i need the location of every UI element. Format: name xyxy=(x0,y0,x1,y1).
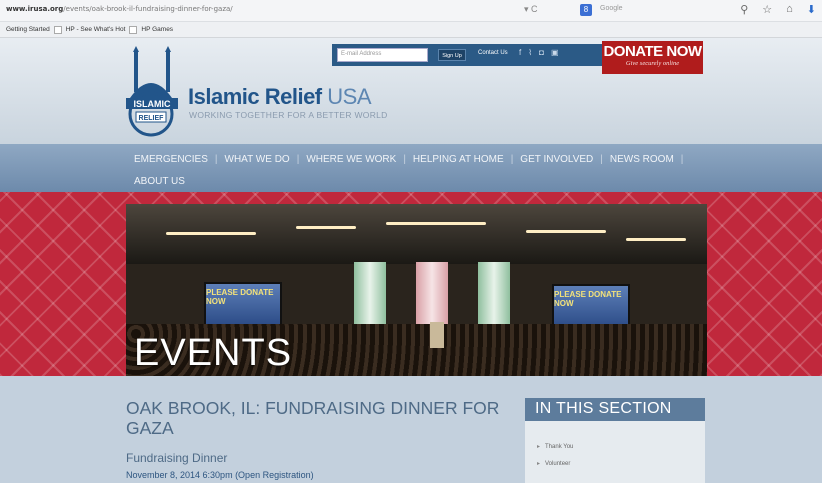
donate-title: DONATE NOW xyxy=(603,43,702,60)
events-heading: EVENTS xyxy=(134,332,293,374)
search-icon[interactable]: ⚲ xyxy=(740,3,748,16)
nav-item-helping-at-home[interactable]: HELPING AT HOME xyxy=(413,154,504,165)
event-photo: PLEASE DONATE NOW PLEASE DONATE NOW EVEN… xyxy=(126,204,707,376)
google-icon: 8 xyxy=(580,4,592,16)
nav-item-about-us[interactable]: ABOUT US xyxy=(134,176,185,187)
social-links: f ⌇ ◘ ▣ xyxy=(519,48,559,57)
contact-us-link[interactable]: Contact Us xyxy=(478,50,508,56)
search-engine-label: Google xyxy=(600,5,623,12)
events-banner: PLEASE DONATE NOW PLEASE DONATE NOW EVEN… xyxy=(0,192,822,376)
sidebar-title: IN THIS SECTION xyxy=(525,398,705,421)
rss-icon[interactable]: ⌇ xyxy=(528,48,532,57)
nav-item-emergencies[interactable]: EMERGENCIES xyxy=(134,154,208,165)
svg-text:ISLAMIC: ISLAMIC xyxy=(134,99,171,109)
donate-subtitle: Give securely online xyxy=(625,60,680,67)
bookmarks-bar: Getting Started HP - See What's Hot HP G… xyxy=(0,22,822,38)
download-icon[interactable]: ⬇ xyxy=(807,3,816,16)
email-field[interactable]: E-mail Address xyxy=(337,48,428,62)
page-title: OAK BROOK, IL: FUNDRAISING DINNER FOR GA… xyxy=(126,398,500,438)
main-nav: EMERGENCIES | WHAT WE DO | WHERE WE WORK | … xyxy=(0,144,822,192)
nav-item-what-we-do[interactable]: WHAT WE DO xyxy=(225,154,290,165)
bookmark-hp-whats-hot[interactable]: HP - See What's Hot xyxy=(66,26,126,33)
website: E-mail Address Sign Up Contact Us f ⌇ ◘ … xyxy=(0,38,822,483)
brand-tagline: WORKING TOGETHER FOR A BETTER WORLD xyxy=(189,110,388,120)
sidebar-item-volunteer[interactable]: Volunteer xyxy=(537,460,573,467)
bookmark-getting-started[interactable]: Getting Started xyxy=(6,26,50,33)
signup-button[interactable]: Sign Up xyxy=(438,49,466,61)
sidebar: IN THIS SECTION Thank You Volunteer xyxy=(525,398,705,483)
podium xyxy=(430,322,444,348)
islamic-relief-logo[interactable]: ISLAMIC RELIEF xyxy=(120,46,182,138)
youtube-icon[interactable]: ▣ xyxy=(551,48,559,57)
donate-now-button[interactable]: DONATE NOW Give securely online xyxy=(602,41,703,74)
nav-item-news-room[interactable]: NEWS ROOM xyxy=(610,154,674,165)
event-date: November 8, 2014 6:30pm (Open Registrati… xyxy=(126,470,314,480)
site-header: E-mail Address Sign Up Contact Us f ⌇ ◘ … xyxy=(0,38,822,144)
url-text[interactable]: www.irusa.org/events/oak-brook-il-fundra… xyxy=(6,5,233,13)
event-type: Fundraising Dinner xyxy=(126,451,228,465)
browser-url-bar[interactable]: www.irusa.org/events/oak-brook-il-fundra… xyxy=(0,0,822,22)
sidebar-item-thank-you[interactable]: Thank You xyxy=(537,443,573,450)
nav-item-where-we-work[interactable]: WHERE WE WORK xyxy=(306,154,396,165)
reload-icon[interactable]: ▾ C xyxy=(524,4,538,15)
content-area: OAK BROOK, IL: FUNDRAISING DINNER FOR GA… xyxy=(0,376,822,483)
facebook-icon[interactable]: f xyxy=(519,48,521,57)
brand-name[interactable]: Islamic Relief USA xyxy=(188,84,372,110)
bookmark-hp-games[interactable]: HP Games xyxy=(141,26,173,33)
main-content: OAK BROOK, IL: FUNDRAISING DINNER FOR GA… xyxy=(0,376,522,483)
home-icon[interactable]: ⌂ xyxy=(786,3,793,16)
nav-item-get-involved[interactable]: GET INVOLVED xyxy=(520,154,593,165)
svg-text:RELIEF: RELIEF xyxy=(139,115,165,122)
star-icon[interactable]: ☆ xyxy=(762,3,772,16)
bookmark-icon xyxy=(53,25,62,34)
bookmark-icon xyxy=(129,25,138,34)
twitter-icon[interactable]: ◘ xyxy=(539,48,544,57)
sidebar-list: Thank You Volunteer xyxy=(537,443,573,477)
